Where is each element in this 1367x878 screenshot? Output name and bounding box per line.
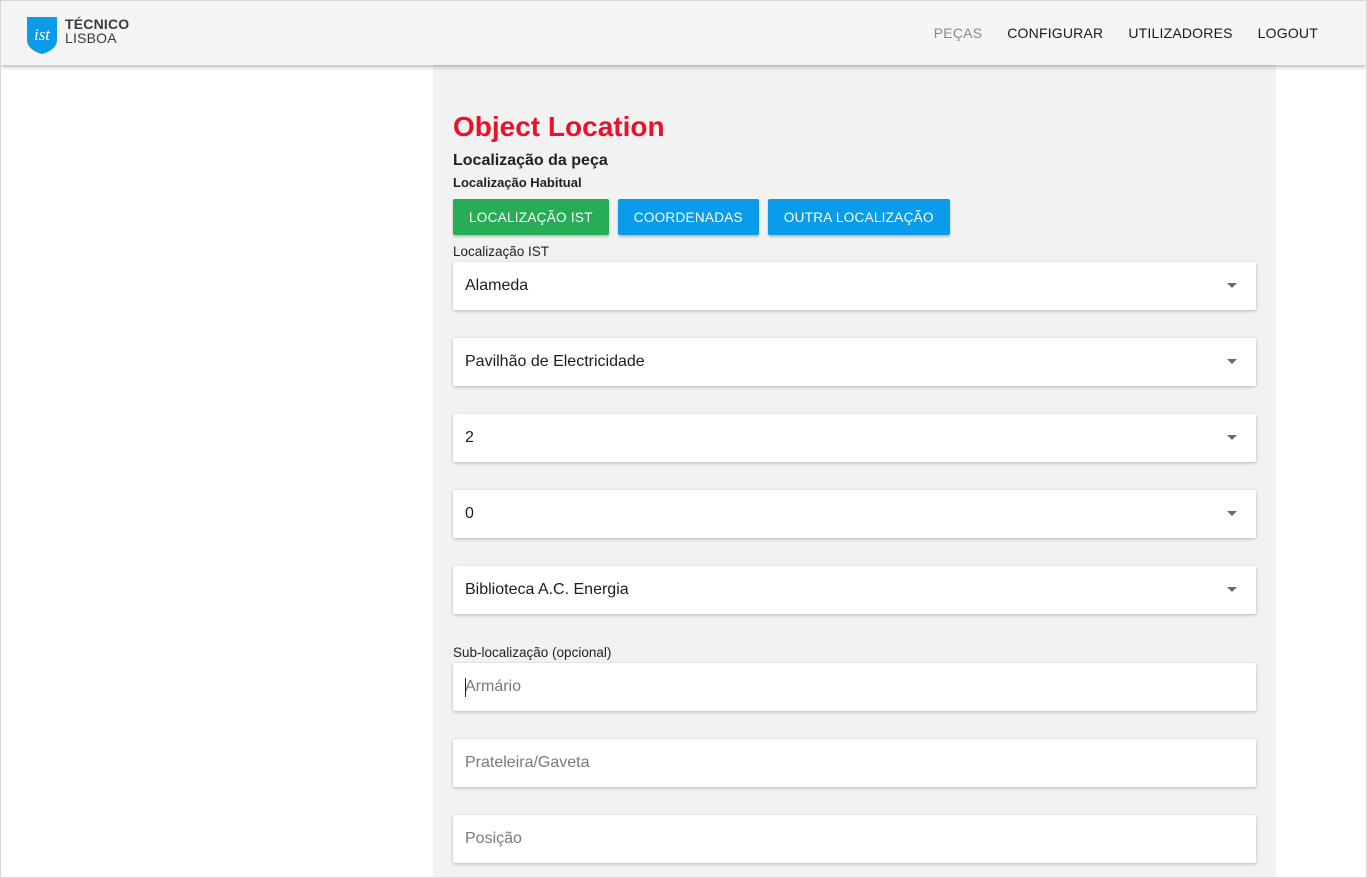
floor-select-value: 2 [465, 429, 474, 446]
main-nav: PEÇAS CONFIGURAR UTILIZADORES LOGOUT [909, 1, 1318, 65]
caret-down-icon [1227, 435, 1237, 440]
svg-text:ist: ist [34, 25, 51, 44]
caret-down-icon [1227, 511, 1237, 516]
nav-item-pecas[interactable]: PEÇAS [934, 25, 982, 41]
room-select[interactable]: Biblioteca A.C. Energia [453, 566, 1256, 614]
nav-item-utilizadores[interactable]: UTILIZADORES [1128, 25, 1232, 41]
text-cursor [465, 678, 466, 697]
building-select[interactable]: Pavilhão de Electricidade [453, 338, 1256, 386]
top-app-bar: ist TÉCNICO LISBOA PEÇAS CONFIGURAR UTIL… [1, 1, 1366, 65]
room-select-value: Biblioteca A.C. Energia [465, 581, 629, 598]
location-type-buttons: LOCALIZAÇÃO IST COORDENADAS OUTRA LOCALI… [453, 199, 959, 235]
cabinet-field[interactable] [453, 663, 1256, 711]
other-location-button[interactable]: OUTRA LOCALIZAÇÃO [767, 199, 950, 235]
ist-location-button[interactable]: LOCALIZAÇÃO IST [453, 199, 609, 235]
shelf-drawer-field[interactable] [453, 739, 1256, 787]
campus-select-value: Alameda [465, 277, 529, 294]
tecnico-lisboa-logo[interactable]: ist TÉCNICO LISBOA [26, 16, 136, 56]
habitual-location-label: Localização Habitual [453, 175, 582, 190]
coordinates-button[interactable]: COORDENADAS [617, 199, 759, 235]
caret-down-icon [1227, 587, 1237, 592]
position-field[interactable] [453, 815, 1256, 863]
campus-select[interactable]: Alameda [453, 262, 1256, 310]
nav-item-logout[interactable]: LOGOUT [1258, 25, 1318, 41]
position-input[interactable] [453, 815, 1256, 863]
building-select-value: Pavilhão de Electricidade [465, 353, 645, 370]
caret-down-icon [1227, 283, 1237, 288]
page-title: Object Location [453, 111, 665, 142]
shelf-drawer-input[interactable] [453, 739, 1256, 787]
caret-down-icon [1227, 359, 1237, 364]
ist-shield-logo-icon: ist [27, 17, 57, 54]
sublocation-label: Sub-localização (opcional) [453, 645, 612, 660]
floor-select[interactable]: 2 [453, 414, 1256, 462]
ist-location-label: Localização IST [453, 244, 550, 259]
location-form-panel: Object Location Localização da peça Loca… [433, 65, 1276, 877]
cabinet-input[interactable] [453, 663, 1256, 711]
room-level-select-value: 0 [465, 505, 474, 522]
logo-line-1: TÉCNICO [65, 16, 130, 32]
app-window: ist TÉCNICO LISBOA PEÇAS CONFIGURAR UTIL… [0, 0, 1367, 878]
nav-item-configurar[interactable]: CONFIGURAR [1007, 25, 1103, 41]
logo-wordmark: TÉCNICO LISBOA [65, 17, 129, 45]
section-title: Localização da peça [453, 152, 608, 169]
logo-line-2: LISBOA [65, 30, 117, 46]
room-level-select[interactable]: 0 [453, 490, 1256, 538]
